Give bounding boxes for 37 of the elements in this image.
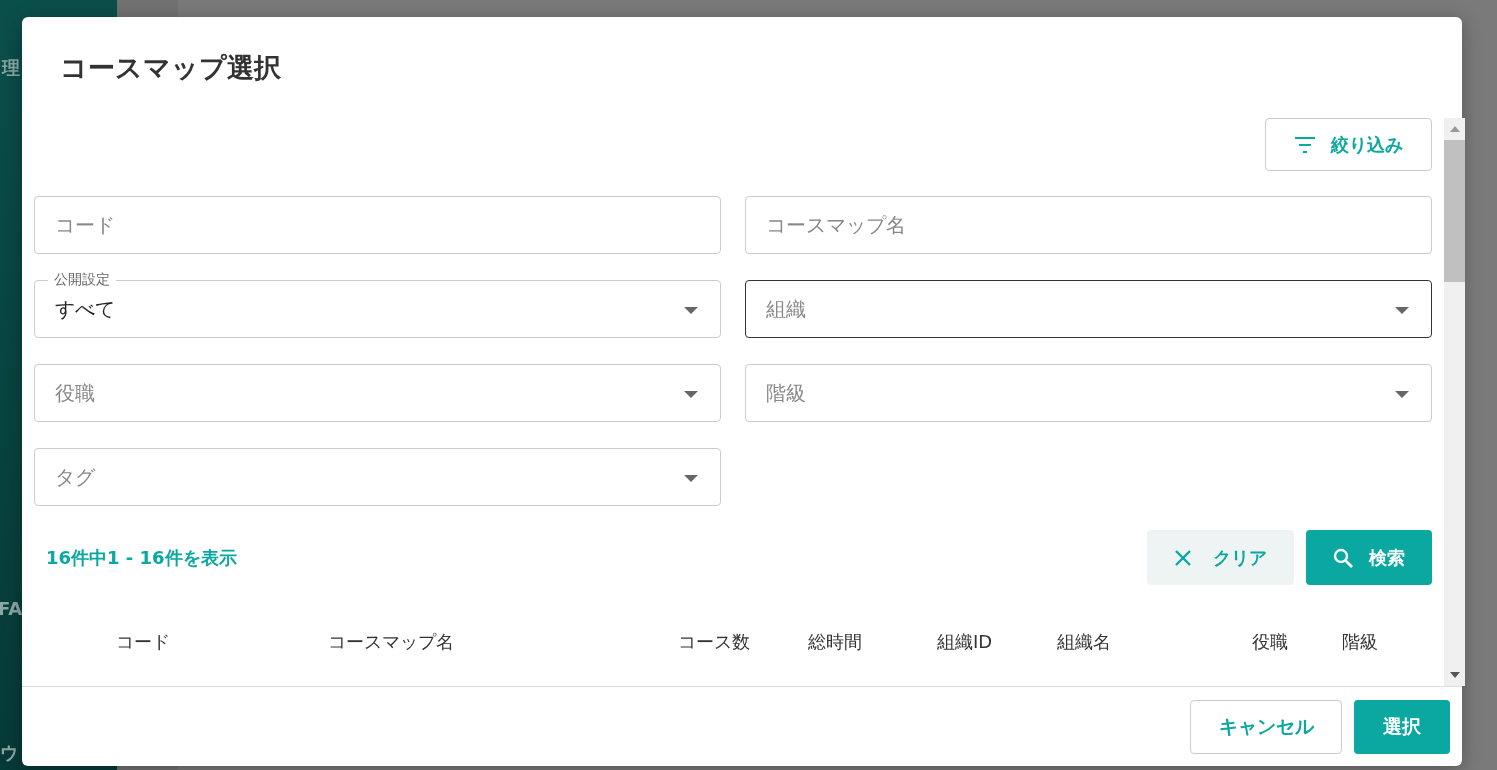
sidebar-item[interactable]: 理 [2,56,20,80]
select-field[interactable]: タグ [34,448,721,506]
filter-button[interactable]: 絞り込み [1265,118,1432,171]
column-header: 組織ID [937,630,994,654]
column-header: 役職 [1252,630,1289,654]
filter-icon [1294,136,1315,153]
scroll-up-icon [1449,126,1460,132]
sidebar-item[interactable]: FA [0,598,23,619]
close-icon [1174,549,1191,566]
column-header: 組織名 [1057,630,1112,654]
column-header: コースマップ名 [328,630,455,654]
caret-icon [684,391,698,398]
result-count: 16件中1 - 16件を表示 [45,545,238,570]
scrollbar[interactable] [1444,118,1465,686]
column-header: 階級 [1342,630,1379,654]
scroll-down-icon [1449,672,1460,678]
caret-icon [684,307,698,314]
clear-button[interactable]: クリア [1147,530,1294,585]
select-field[interactable]: 組織 [745,280,1432,338]
dialog-title: コースマップ選択 [59,51,282,85]
column-header: コース数 [678,630,751,654]
field-label: 公開設定 [48,270,116,288]
sidebar-item[interactable]: ウ [0,741,18,765]
select-field[interactable]: 役職 [34,364,721,422]
search-button[interactable]: 検索 [1306,530,1432,585]
caret-icon [1395,307,1409,314]
scrollbar-thumb[interactable] [1444,140,1465,282]
cancel-button[interactable]: キャンセル [1190,699,1342,754]
input-field[interactable]: コースマップ名 [745,196,1432,254]
column-header: コード [116,630,171,654]
select-button[interactable]: 選択 [1354,699,1450,754]
caret-icon [684,475,698,482]
select-field[interactable]: 階級 [745,364,1432,422]
input-field[interactable]: コード [34,196,721,254]
column-header: 総時間 [808,630,863,654]
caret-icon [1395,391,1409,398]
search-icon [1333,547,1353,568]
